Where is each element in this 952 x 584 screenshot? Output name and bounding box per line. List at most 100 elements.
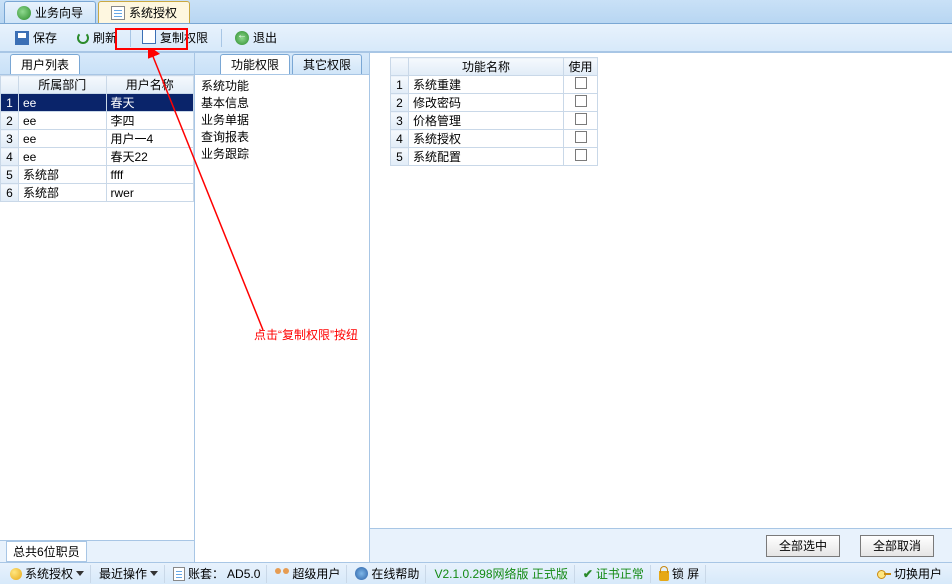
use-checkbox[interactable] [575,77,587,89]
row-number: 1 [1,94,19,112]
save-icon [15,31,29,45]
col-rownum [1,76,19,94]
cell-function-name: 系统授权 [409,130,564,148]
col-rownum [391,58,409,76]
tab-other-permission[interactable]: 其它权限 [292,54,362,74]
top-tab-label: 系统授权 [129,4,177,21]
bullet-icon [10,568,22,580]
status-user[interactable]: 超级用户 [269,565,347,583]
cell-department: ee [19,130,107,148]
row-number: 2 [391,94,409,112]
col-username[interactable]: 用户名称 [106,76,194,94]
cell-department: 系统部 [19,184,107,202]
user-row[interactable]: 5系统部ffff [1,166,194,184]
tab-function-permission[interactable]: 功能权限 [220,54,290,74]
exit-button[interactable]: 退出 [226,27,286,49]
cell-use [564,130,598,148]
use-checkbox[interactable] [575,131,587,143]
user-list-footer: 总共6位职员 [0,540,194,562]
check-icon: ✔ [583,567,593,581]
chevron-down-icon [150,571,158,576]
col-function-name[interactable]: 功能名称 [409,58,564,76]
status-switch-user[interactable]: 切换用户 [871,565,948,583]
tab-user-list[interactable]: 用户列表 [10,54,80,74]
use-checkbox[interactable] [575,95,587,107]
col-department[interactable]: 所属部门 [19,76,107,94]
tree-item[interactable]: 基本信息 [201,94,363,111]
row-number: 4 [1,148,19,166]
cell-use [564,94,598,112]
copy-icon [144,31,156,44]
users-icon [275,568,289,580]
refresh-button[interactable]: 刷新 [68,27,126,49]
user-row[interactable]: 4ee春天22 [1,148,194,166]
use-checkbox[interactable] [575,149,587,161]
window-tabs: 业务向导 系统授权 [0,0,952,24]
cancel-all-button[interactable]: 全部取消 [860,535,934,557]
status-recent[interactable]: 最近操作 [93,565,165,583]
chevron-down-icon [76,571,84,576]
tree-item[interactable]: 查询报表 [201,128,363,145]
use-checkbox[interactable] [575,113,587,125]
row-number: 2 [1,112,19,130]
cell-username: 李四 [106,112,194,130]
toolbar-separator [130,29,131,47]
function-row[interactable]: 2修改密码 [391,94,598,112]
cell-username: rwer [106,184,194,202]
doc-icon [173,567,185,581]
user-row[interactable]: 3ee用户一4 [1,130,194,148]
cell-use [564,76,598,94]
tree-item[interactable]: 业务跟踪 [201,145,363,162]
user-count-label: 总共6位职员 [6,541,87,562]
mid-tabstrip: 功能权限 其它权限 [195,53,369,75]
function-row[interactable]: 5系统配置 [391,148,598,166]
cell-username: ffff [106,166,194,184]
cell-function-name: 修改密码 [409,94,564,112]
refresh-icon [77,32,89,44]
function-row[interactable]: 1系统重建 [391,76,598,94]
main-content: 用户列表 所属部门 用户名称 1ee春天2ee李四3ee用户一44ee春天225… [0,52,952,562]
col-use[interactable]: 使用 [564,58,598,76]
function-grid-panel: 功能名称 使用 1系统重建2修改密码3价格管理4系统授权5系统配置 全部选中 全… [370,53,952,562]
cell-username: 春天22 [106,148,194,166]
cell-use [564,112,598,130]
status-module[interactable]: 系统授权 [4,565,91,583]
user-list-panel: 用户列表 所属部门 用户名称 1ee春天2ee李四3ee用户一44ee春天225… [0,53,195,562]
user-row[interactable]: 6系统部rwer [1,184,194,202]
cell-department: 系统部 [19,166,107,184]
status-account[interactable]: 账套：AD5.0 [167,565,267,583]
tree-item[interactable]: 系统功能 [201,77,363,94]
top-tab-0[interactable]: 业务向导 [4,1,96,23]
toolbar: 保存 刷新 复制权限 退出 [0,24,952,52]
select-all-button[interactable]: 全部选中 [766,535,840,557]
exit-label: 退出 [253,29,277,46]
function-row[interactable]: 4系统授权 [391,130,598,148]
left-tabstrip: 用户列表 [0,53,194,75]
top-tab-1[interactable]: 系统授权 [98,1,190,23]
copy-permission-button[interactable]: 复制权限 [135,27,217,49]
row-number: 4 [391,130,409,148]
statusbar: 系统授权 最近操作 账套：AD5.0 超级用户 在线帮助 V2.1.0.298网… [0,562,952,584]
refresh-label: 刷新 [93,29,117,46]
toolbar-separator [221,29,222,47]
function-table: 功能名称 使用 1系统重建2修改密码3价格管理4系统授权5系统配置 [390,57,598,166]
cell-function-name: 系统配置 [409,148,564,166]
status-cert: ✔证书正常 [577,565,651,583]
status-help[interactable]: 在线帮助 [349,565,426,583]
row-number: 3 [1,130,19,148]
cell-function-name: 价格管理 [409,112,564,130]
function-row[interactable]: 3价格管理 [391,112,598,130]
save-button[interactable]: 保存 [6,27,66,49]
status-version: V2.1.0.298网络版 正式版 [428,565,574,583]
user-table-container: 所属部门 用户名称 1ee春天2ee李四3ee用户一44ee春天225系统部ff… [0,75,194,540]
top-tab-label: 业务向导 [35,4,83,21]
user-row[interactable]: 2ee李四 [1,112,194,130]
user-row[interactable]: 1ee春天 [1,94,194,112]
cell-department: ee [19,148,107,166]
status-lock[interactable]: 锁 屏 [653,565,706,583]
cell-function-name: 系统重建 [409,76,564,94]
permission-tree-panel: 功能权限 其它权限 系统功能基本信息业务单据查询报表业务跟踪 [195,53,370,562]
function-table-container: 功能名称 使用 1系统重建2修改密码3价格管理4系统授权5系统配置 [370,53,952,166]
tree-item[interactable]: 业务单据 [201,111,363,128]
user-table: 所属部门 用户名称 1ee春天2ee李四3ee用户一44ee春天225系统部ff… [0,75,194,202]
